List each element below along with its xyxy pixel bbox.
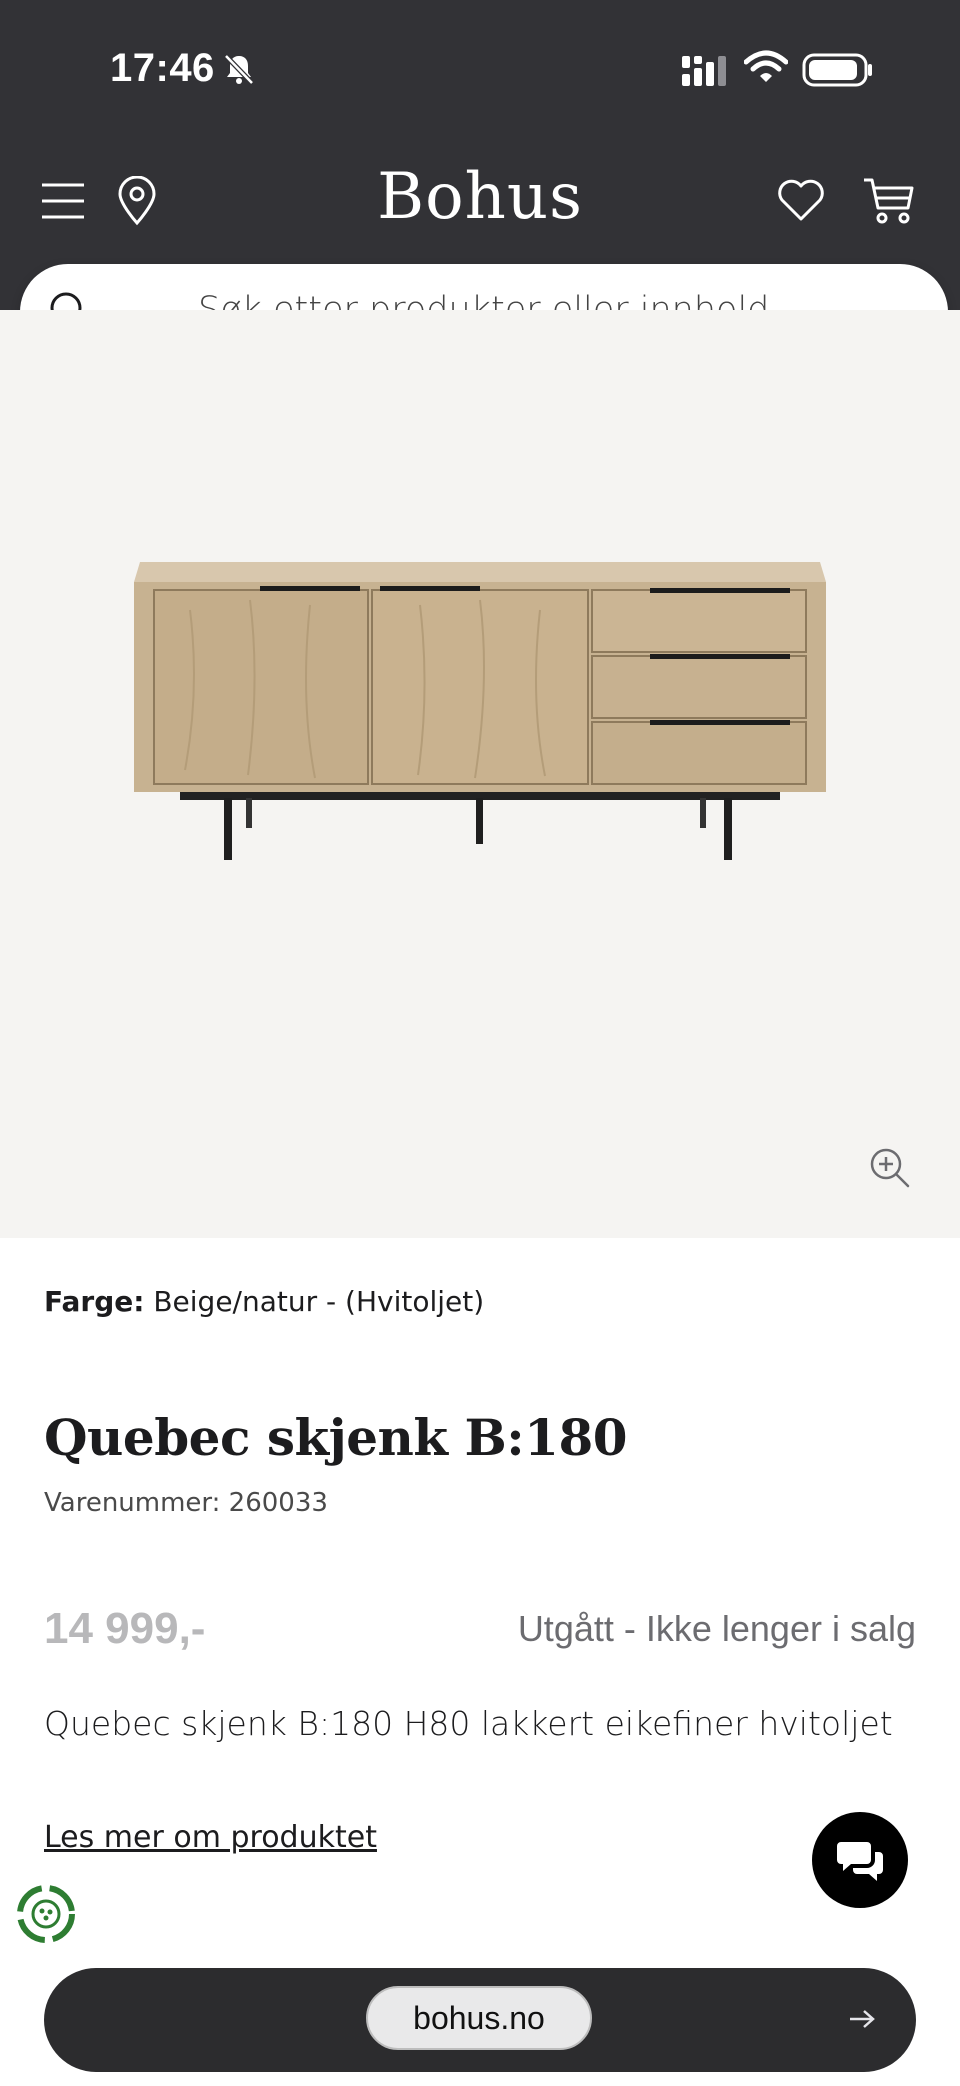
wishlist-heart-icon[interactable] xyxy=(776,178,826,222)
shopping-cart-icon[interactable] xyxy=(862,174,916,226)
read-more-link[interactable]: Les mer om produktet xyxy=(44,1820,377,1855)
recycle-badge-icon[interactable] xyxy=(14,1882,78,1946)
zoom-in-icon[interactable] xyxy=(868,1146,912,1190)
sideboard-product-image xyxy=(134,562,826,860)
chat-bubbles-icon xyxy=(837,1842,883,1881)
wifi-icon xyxy=(744,50,788,82)
browser-bottom-bar[interactable]: bohus.no xyxy=(44,1968,916,2072)
product-title: Quebec skjenk B:180 xyxy=(44,1408,628,1467)
bell-muted-icon xyxy=(224,54,254,85)
product-description: Quebec skjenk B:180 H80 lakkert eikefine… xyxy=(44,1704,893,1743)
chat-button[interactable] xyxy=(812,1812,908,1908)
browser-url-pill[interactable]: bohus.no xyxy=(366,1986,592,2050)
battery-icon xyxy=(802,53,872,87)
color-selection: Farge: Beige/natur - (Hvitoljet) xyxy=(44,1285,484,1318)
cellular-signal-icon xyxy=(682,56,726,86)
status-time: 17:46 xyxy=(110,46,215,90)
product-image-gallery[interactable] xyxy=(0,310,960,1238)
product-price: 14 999,- xyxy=(44,1604,206,1653)
product-sku: Varenummer: 260033 xyxy=(44,1488,328,1518)
arrow-right-icon[interactable] xyxy=(848,2008,876,2030)
color-value: Beige/natur - (Hvitoljet) xyxy=(153,1285,485,1318)
stock-status: Utgått - Ikke lenger i salg xyxy=(517,1608,916,1649)
color-label: Farge: xyxy=(44,1285,145,1318)
